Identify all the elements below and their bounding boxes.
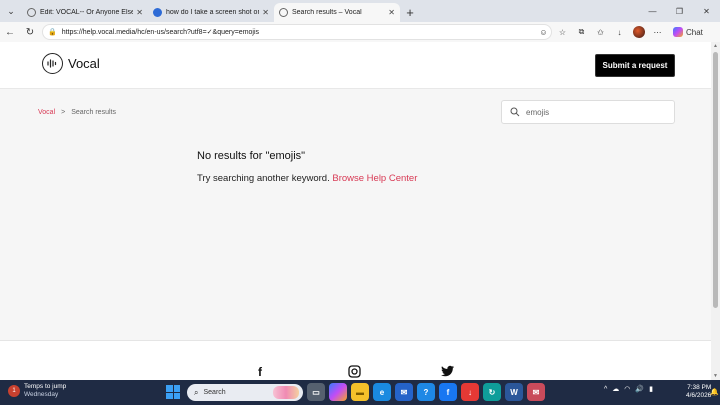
search-icon xyxy=(510,107,520,117)
weather-subtitle: Wednesday xyxy=(24,391,59,398)
store-app-icon[interactable]: ↓ xyxy=(461,383,479,401)
site-header: Vocal Submit a request xyxy=(0,42,711,89)
vocal-favicon-icon xyxy=(27,8,36,17)
favorites-icon[interactable]: ✩ xyxy=(591,28,610,37)
logo-text: Vocal xyxy=(68,56,100,71)
wifi-icon[interactable]: ◠ xyxy=(624,385,630,393)
browser-tab-strip: ⌄ Edit: VOCAL-- Or Anyone Else-- Pl ✕ ho… xyxy=(0,0,720,22)
tab-close-icon[interactable]: ✕ xyxy=(388,8,395,17)
no-results-heading: No results for "emojis" xyxy=(197,150,306,162)
notification-bell-icon[interactable]: 🔔 xyxy=(710,388,719,396)
edge-icon[interactable]: e xyxy=(373,383,391,401)
breadcrumb: Vocal > Search results xyxy=(38,109,116,116)
address-bar[interactable]: 🔒 https://help.vocal.media/hc/en-us/sear… xyxy=(42,24,552,40)
window-controls: — ❐ ✕ xyxy=(639,0,720,22)
search-input[interactable] xyxy=(526,107,666,117)
copilot-app-icon[interactable] xyxy=(329,383,347,401)
tab-label: Edit: VOCAL-- Or Anyone Else-- Pl xyxy=(40,9,134,16)
scroll-up-icon[interactable]: ▲ xyxy=(711,42,720,50)
volume-icon[interactable]: 🔊 xyxy=(635,385,644,393)
reload-icon[interactable]: ↻ xyxy=(20,22,40,42)
tab-actions-menu-icon[interactable]: ⌄ xyxy=(0,0,22,22)
browser-tab-2[interactable]: how do I take a screen shot on my ✕ xyxy=(148,3,274,22)
vocal-favicon-icon xyxy=(279,8,288,17)
no-results-hint: Try searching another keyword. Browse He… xyxy=(197,173,417,184)
copilot-chat-button[interactable]: Chat xyxy=(667,27,703,37)
site-footer: f xyxy=(0,340,711,380)
weather-alert-icon: 1 xyxy=(8,385,20,397)
browser-tab-1[interactable]: Edit: VOCAL-- Or Anyone Else-- Pl ✕ xyxy=(22,3,148,22)
help-app-icon[interactable]: ? xyxy=(417,383,435,401)
windows-start-icon[interactable] xyxy=(166,385,180,399)
copilot-icon xyxy=(673,27,683,37)
tab-close-icon[interactable]: ✕ xyxy=(136,8,143,17)
search-highlight-icon xyxy=(273,386,299,399)
windows-taskbar: 1 Temps to jump Wednesday ⌕ Search ▭ ▬ e… xyxy=(0,380,720,405)
scroll-down-icon[interactable]: ▼ xyxy=(711,372,720,380)
url-text: https://help.vocal.media/hc/en-us/search… xyxy=(61,29,260,36)
weather-widget[interactable]: 1 Temps to jump Wednesday xyxy=(8,383,66,399)
download-icon[interactable]: ↓ xyxy=(610,28,629,37)
clock-date: 4/6/2026 xyxy=(686,392,712,399)
toolbar-actions: ☺ ☆ ⧉ ✩ ↓ ⋯ Chat xyxy=(534,22,703,42)
help-center-page: Vocal Submit a request Vocal > Search re… xyxy=(0,42,711,380)
instagram-icon[interactable] xyxy=(348,365,361,380)
vocal-logo-icon xyxy=(42,53,63,74)
maximize-icon[interactable]: ❐ xyxy=(666,0,693,22)
page-scrollbar[interactable]: ▲ ▼ xyxy=(711,42,720,380)
new-tab-button[interactable]: + xyxy=(400,3,420,22)
submit-request-button[interactable]: Submit a request xyxy=(595,54,675,77)
tab-label: Search results – Vocal xyxy=(292,9,362,16)
mail-icon[interactable]: ✉ xyxy=(395,383,413,401)
system-tray: ^ ☁ ◠ 🔊 ▮ xyxy=(604,385,653,394)
extensions-icon[interactable]: ⧉ xyxy=(572,27,591,37)
tab-label: how do I take a screen shot on my xyxy=(166,9,259,16)
close-window-icon[interactable]: ✕ xyxy=(693,0,720,22)
clock-time: 7:38 PM xyxy=(687,384,712,391)
weather-title: Temps to jump xyxy=(24,383,67,390)
search-icon: ⌕ xyxy=(194,387,199,397)
help-search-box[interactable] xyxy=(501,100,675,124)
reader-mode-icon[interactable]: ☺ xyxy=(534,28,553,37)
system-clock[interactable]: 7:38 PM 4/6/2026 xyxy=(686,384,711,400)
browser-toolbar: ← ↻ 🔒 https://help.vocal.media/hc/en-us/… xyxy=(0,22,720,42)
facebook-app-icon[interactable]: f xyxy=(439,383,457,401)
scroll-thumb[interactable] xyxy=(713,52,718,308)
facebook-icon[interactable]: f xyxy=(258,365,262,379)
battery-icon[interactable]: ▮ xyxy=(649,385,653,393)
cloud-icon[interactable]: ☁ xyxy=(612,385,619,393)
taskbar-search-label: Search xyxy=(203,389,226,396)
taskbar-search[interactable]: ⌕ Search xyxy=(187,384,303,401)
twitter-icon[interactable] xyxy=(441,365,455,380)
site-info-icon[interactable]: 🔒 xyxy=(48,28,57,36)
search-favicon-icon xyxy=(153,8,162,17)
breadcrumb-separator: > xyxy=(61,109,66,116)
sync-app-icon[interactable]: ↻ xyxy=(483,383,501,401)
more-menu-icon[interactable]: ⋯ xyxy=(648,28,667,37)
profile-avatar[interactable] xyxy=(629,26,648,38)
tab-close-icon[interactable]: ✕ xyxy=(262,8,269,17)
breadcrumb-current: Search results xyxy=(71,109,116,116)
chat-label: Chat xyxy=(686,27,703,37)
file-explorer-icon[interactable]: ▬ xyxy=(351,383,369,401)
browser-tab-3-active[interactable]: Search results – Vocal ✕ xyxy=(274,3,400,22)
hint-text: Try searching another keyword. xyxy=(197,173,330,184)
task-view-icon[interactable]: ▭ xyxy=(307,383,325,401)
breadcrumb-home-link[interactable]: Vocal xyxy=(38,109,55,116)
vocal-logo[interactable]: Vocal xyxy=(42,53,100,74)
back-arrow-icon[interactable]: ← xyxy=(0,22,20,42)
messenger-app-icon[interactable]: ✉ xyxy=(527,383,545,401)
browse-help-center-link[interactable]: Browse Help Center xyxy=(332,173,417,184)
minimize-icon[interactable]: — xyxy=(639,0,666,22)
pinned-apps: ▭ ▬ e ✉ ? f ↓ ↻ W ✉ xyxy=(307,383,545,401)
tray-overflow-icon[interactable]: ^ xyxy=(604,386,607,393)
word-icon[interactable]: W xyxy=(505,383,523,401)
favorite-star-icon[interactable]: ☆ xyxy=(553,28,572,37)
